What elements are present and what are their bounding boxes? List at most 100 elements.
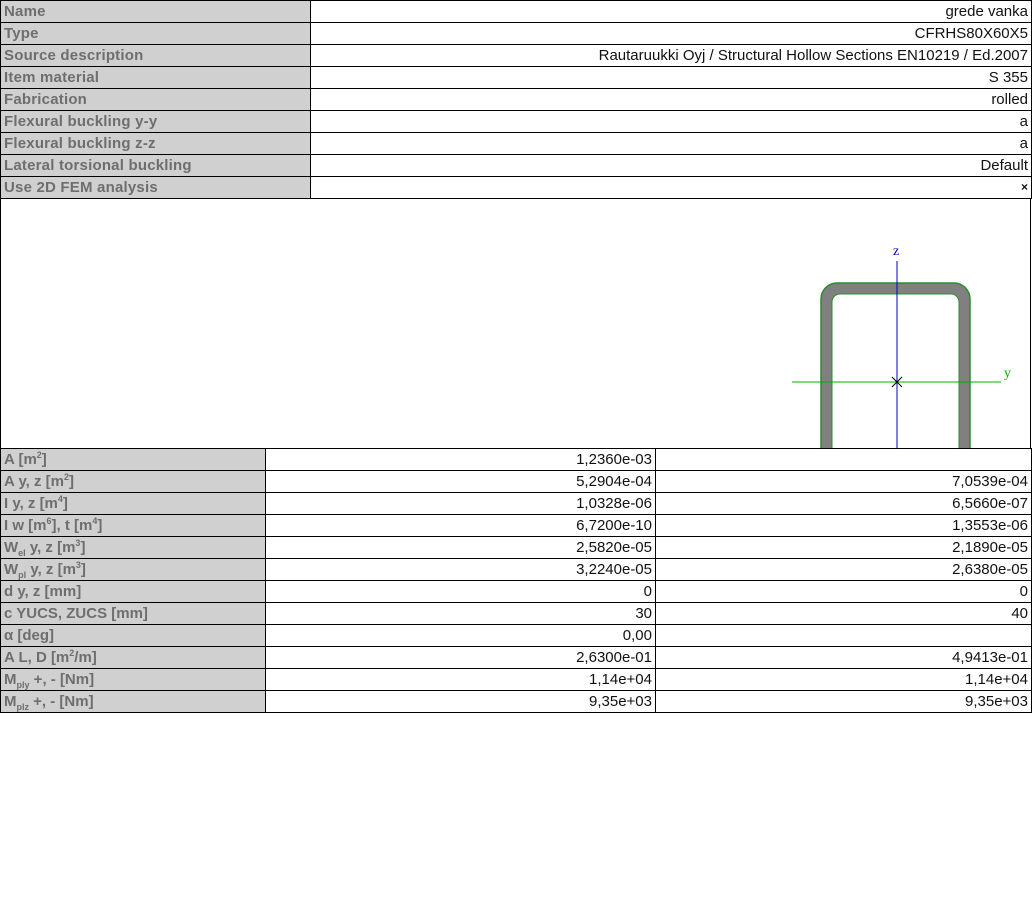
- result-label: α [deg]: [0, 624, 266, 647]
- result-label: d y, z [mm]: [0, 580, 266, 603]
- result-row: c YUCS, ZUCS [mm] 30 40: [0, 602, 1032, 625]
- result-value-1: 2,5820e-05: [265, 536, 656, 559]
- result-label-part: /m]: [74, 649, 97, 666]
- result-label-part: pl: [18, 570, 27, 580]
- result-label: I w [m6], t [m4]: [0, 514, 266, 537]
- result-value-1: 2,6300e-01: [265, 646, 656, 669]
- result-label-part: W: [4, 561, 19, 578]
- result-row: α [deg] 0,00: [0, 624, 1032, 647]
- result-value-2: 2,1890e-05: [655, 536, 1032, 559]
- property-label: Name: [0, 0, 311, 23]
- result-label-part: α [deg]: [4, 627, 55, 644]
- result-label: A L, D [m2/m]: [0, 646, 266, 669]
- result-row: d y, z [mm] 0 0: [0, 580, 1032, 603]
- property-value: ×: [310, 176, 1032, 199]
- property-value: CFRHS80X60X5: [310, 22, 1032, 45]
- result-label-part: W: [4, 539, 19, 556]
- property-row: Type CFRHS80X60X5: [0, 22, 1032, 45]
- property-label: Fabrication: [0, 88, 311, 111]
- result-label: A [m2]: [0, 448, 266, 471]
- section-drawing-area: z y: [0, 199, 1031, 448]
- property-value: Default: [310, 154, 1032, 177]
- property-label: Type: [0, 22, 311, 45]
- results-table: A [m2] 1,2360e-03 A y, z [m2] 5,2904e-04 7,0…: [0, 448, 1032, 713]
- property-value: Rautaruukki Oyj / Structural Hollow Sect…: [310, 44, 1032, 67]
- result-label-part: +, - [Nm]: [29, 671, 95, 688]
- result-row: A y, z [m2] 5,2904e-04 7,0539e-04: [0, 470, 1032, 493]
- result-label-part: M: [4, 671, 17, 688]
- result-label-part: y, z [m: [26, 561, 76, 578]
- result-label-part: A [m: [4, 451, 37, 468]
- result-row: Wel y, z [m3] 2,5820e-05 2,1890e-05: [0, 536, 1032, 559]
- z-axis-label: z: [893, 244, 899, 259]
- property-value: a: [310, 132, 1032, 155]
- result-label-part: M: [4, 693, 17, 710]
- result-row: Mply +, - [Nm] 1,14e+04 1,14e+04: [0, 668, 1032, 691]
- result-value-1: 1,0328e-06: [265, 492, 656, 515]
- property-row: Fabrication rolled: [0, 88, 1032, 111]
- result-value-2: 40: [655, 602, 1032, 625]
- property-row: Item material S 355: [0, 66, 1032, 89]
- result-value-2: 9,35e+03: [655, 690, 1032, 713]
- result-value-1: 5,2904e-04: [265, 470, 656, 493]
- result-label-part: ]: [62, 495, 68, 512]
- property-label: Source description: [0, 44, 311, 67]
- result-value-1: 1,2360e-03: [265, 448, 656, 471]
- result-label-part: d y, z [mm]: [4, 583, 82, 600]
- result-label-part: I y, z [m: [4, 495, 58, 512]
- result-value-1: 3,2240e-05: [265, 558, 656, 581]
- result-value-2: 2,6380e-05: [655, 558, 1032, 581]
- result-value-2: 1,3553e-06: [655, 514, 1032, 537]
- result-row: I y, z [m4] 1,0328e-06 6,5660e-07: [0, 492, 1032, 515]
- property-value: rolled: [310, 88, 1032, 111]
- result-label-part: +, - [Nm]: [29, 693, 94, 710]
- result-value-1: 30: [265, 602, 656, 625]
- result-value-1: 0,00: [265, 624, 656, 647]
- property-label: Flexural buckling y-y: [0, 110, 311, 133]
- property-value: grede vanka: [310, 0, 1032, 23]
- result-row: A L, D [m2/m] 2,6300e-01 4,9413e-01: [0, 646, 1032, 669]
- property-row: Flexural buckling y-y a: [0, 110, 1032, 133]
- cross-section-report: Name grede vanka Type CFRHS80X60X5 Source de…: [0, 0, 1032, 713]
- result-label: Mply +, - [Nm]: [0, 668, 266, 691]
- property-label: Item material: [0, 66, 311, 89]
- result-row: Wpl y, z [m3] 3,2240e-05 2,6380e-05: [0, 558, 1032, 581]
- result-value-1: 1,14e+04: [265, 668, 656, 691]
- result-label: I y, z [m4]: [0, 492, 266, 515]
- result-value-1: 0: [265, 580, 656, 603]
- result-label-part: A y, z [m: [4, 473, 65, 490]
- result-value-2: 1,14e+04: [655, 668, 1032, 691]
- property-row: Name grede vanka: [0, 0, 1032, 23]
- result-value-2: 4,9413e-01: [655, 646, 1032, 669]
- section-inner: [831, 293, 960, 448]
- result-label-part: ply: [16, 680, 30, 690]
- result-value-2: 7,0539e-04: [655, 470, 1032, 493]
- result-label-part: ], t [m: [51, 517, 93, 534]
- result-label-part: plz: [16, 702, 30, 712]
- result-value-2: [655, 624, 1032, 647]
- result-label-part: c YUCS, ZUCS [mm]: [4, 605, 148, 622]
- result-label-part: ]: [69, 473, 75, 490]
- y-axis-label: y: [1004, 366, 1011, 381]
- property-row: Flexural buckling z-z a: [0, 132, 1032, 155]
- result-label-part: ]: [41, 451, 47, 468]
- property-label: Flexural buckling z-z: [0, 132, 311, 155]
- result-label-part: A L, D [m: [4, 649, 70, 666]
- property-value: a: [310, 110, 1032, 133]
- section-drawing: z y: [792, 244, 1011, 448]
- property-label: Use 2D FEM analysis: [0, 176, 311, 199]
- result-row: Mplz +, - [Nm] 9,35e+03 9,35e+03: [0, 690, 1032, 713]
- result-label: Wpl y, z [m3]: [0, 558, 266, 581]
- result-label-part: ]: [80, 539, 86, 556]
- result-row: I w [m6], t [m4] 6,7200e-10 1,3553e-06: [0, 514, 1032, 537]
- result-label-part: y, z [m: [25, 539, 76, 556]
- result-value-2: 0: [655, 580, 1032, 603]
- result-label: Mplz +, - [Nm]: [0, 690, 266, 713]
- property-row: Use 2D FEM analysis ×: [0, 176, 1032, 199]
- result-label: c YUCS, ZUCS [mm]: [0, 602, 266, 625]
- result-label: Wel y, z [m3]: [0, 536, 266, 559]
- result-value-2: [655, 448, 1032, 471]
- property-row: Lateral torsional buckling Default: [0, 154, 1032, 177]
- result-label-part: ]: [97, 517, 103, 534]
- property-row: Source description Rautaruukki Oyj / Stru…: [0, 44, 1032, 67]
